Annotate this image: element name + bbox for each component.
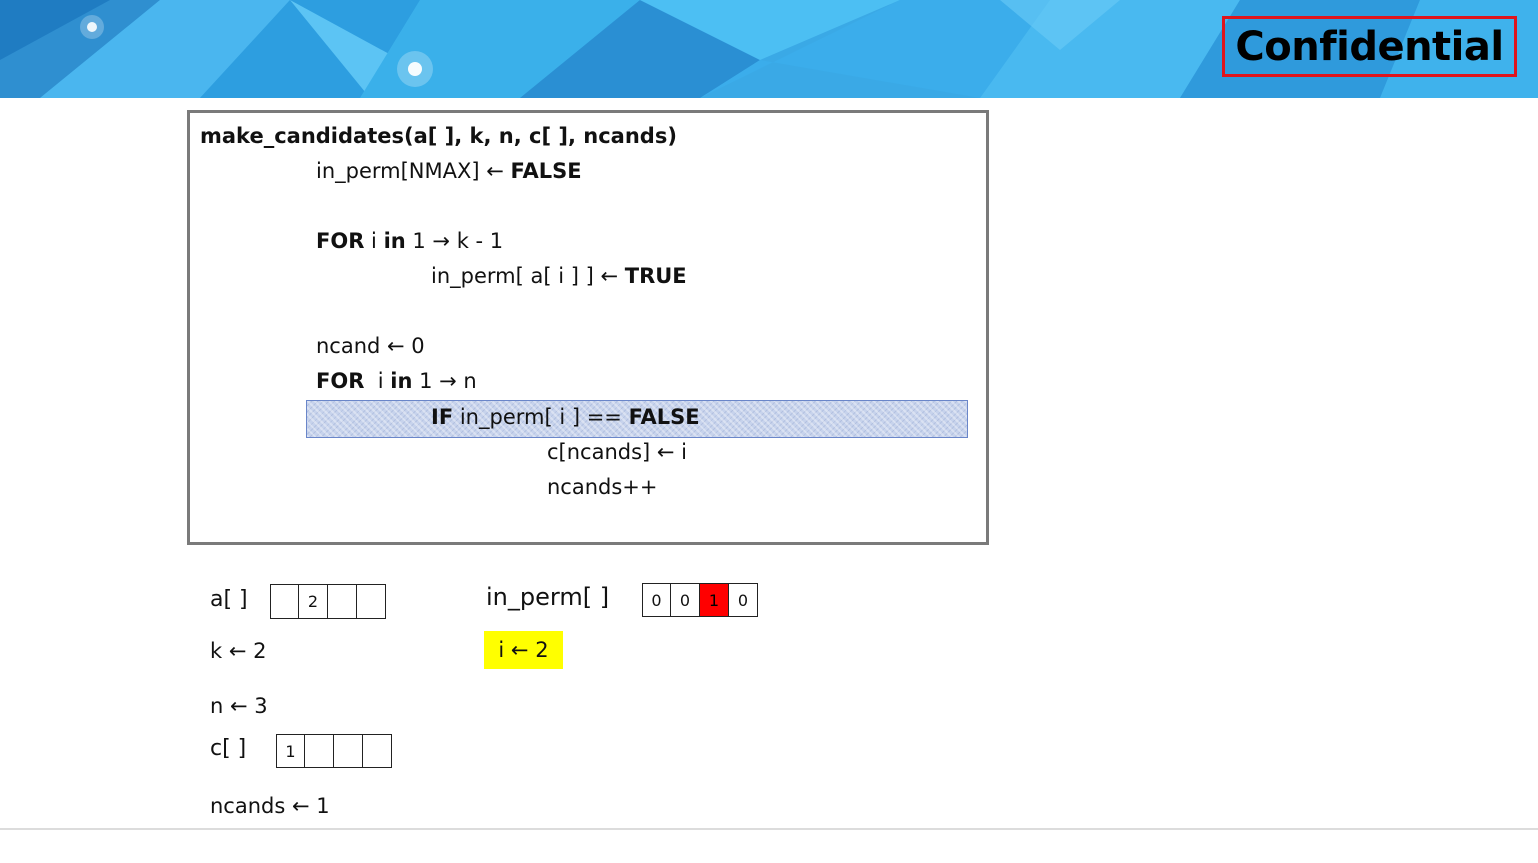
code-keyword: TRUE [624,264,687,288]
array-cell [328,584,357,619]
code-keyword: in [383,229,406,253]
code-text: i [364,229,384,253]
code-text: in_perm[ i ] == [453,405,629,429]
a-array: 2 [270,584,386,619]
code-text: 1 → n [412,369,477,393]
array-cell [357,584,386,619]
array-cell [305,734,334,768]
a-array-label: a[ ] [210,587,248,612]
array-cell-highlighted: 1 [700,583,729,617]
c-array-label: c[ ] [210,736,247,761]
code-text: 1 → k - 1 [405,229,504,253]
footer-divider [0,828,1538,830]
code-keyword: FOR [316,229,365,253]
code-line-init: in_perm[NMAX] ← FALSE [316,158,582,184]
code-text: i [364,369,391,393]
n-value: n ← 3 [210,694,268,718]
c-array: 1 [276,734,392,768]
array-cell: 0 [729,583,758,617]
in-perm-array: 0 0 1 0 [642,583,758,617]
array-cell: 2 [299,584,328,619]
k-value: k ← 2 [210,639,267,663]
function-signature: make_candidates(a[ ], k, n, c[ ], ncands… [200,124,677,148]
code-line-ncand-init: ncand ← 0 [316,334,425,358]
array-cell [270,584,299,619]
code-keyword: IF [431,405,454,429]
code-line-if: IF in_perm[ i ] == FALSE [431,404,700,430]
code-text: in_perm[NMAX] ← [316,159,511,183]
code-line-c-assign: c[ncands] ← i [547,440,688,464]
array-cell [334,734,363,768]
header-banner: Confidential [0,0,1538,98]
code-line-for1: FOR i in 1 → k - 1 [316,228,503,254]
code-line-for2: FOR i in 1 → n [316,368,477,394]
current-i-value: i ← 2 [484,631,563,669]
code-keyword: FOR [316,369,365,393]
code-line-ncands-inc: ncands++ [547,475,658,499]
code-keyword: FALSE [510,159,582,183]
in-perm-array-label: in_perm[ ] [486,583,610,611]
code-keyword: FALSE [628,405,700,429]
array-cell: 1 [276,734,305,768]
confidential-stamp: Confidential [1222,16,1517,77]
code-line-assign: in_perm[ a[ i ] ] ← TRUE [431,263,687,289]
array-cell [363,734,392,768]
code-keyword: in [390,369,413,393]
code-text: in_perm[ a[ i ] ] ← [431,264,625,288]
array-cell: 0 [671,583,700,617]
ncands-value: ncands ← 1 [210,794,330,818]
array-cell: 0 [642,583,671,617]
